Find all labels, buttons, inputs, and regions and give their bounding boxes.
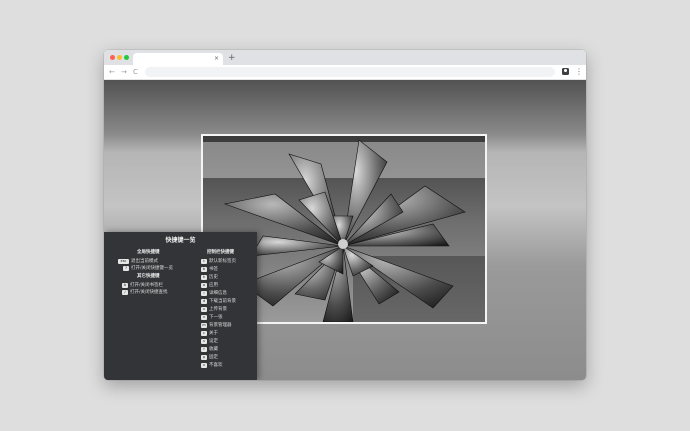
shortcut-row: / 打开/关闭快捷查找 (122, 289, 168, 296)
key-cap: x (201, 362, 207, 369)
shortcuts-panel: 快捷键一览 全局快捷键 esc 退出当前模式 ? 打开/关闭快捷键一览 其它快捷… (104, 232, 257, 380)
key-cap: t (201, 258, 207, 265)
shortcut-label: 上传背景 (209, 307, 227, 312)
control-shortcuts-heading: 控制栏快捷键 (207, 250, 234, 255)
shortcut-label: 设定 (209, 339, 218, 344)
tab-close-icon[interactable]: × (214, 54, 219, 64)
new-tab-button[interactable]: + (228, 52, 236, 64)
shortcut-row: c 关于 (201, 330, 218, 337)
shortcut-label: 书签 (209, 267, 218, 272)
shortcut-row: p 固定 (201, 354, 218, 361)
shortcuts-title: 快捷键一览 (165, 237, 196, 244)
shortcut-label: 收藏 (209, 347, 218, 352)
close-window-button[interactable] (110, 55, 115, 60)
key-cap: n (201, 314, 207, 321)
key-cap: p (201, 354, 207, 361)
shortcut-label: 打开/关闭书签栏 (130, 283, 164, 288)
key-cap: b (122, 282, 128, 289)
key-cap: d (201, 298, 207, 305)
key-cap: i (201, 290, 207, 297)
browser-toolbar: ← → C ⋮ (104, 65, 586, 80)
shortcut-row: x 不喜欢 (201, 362, 223, 369)
reload-icon[interactable]: C (133, 66, 138, 78)
shortcut-label: 打开/关闭快捷键一览 (131, 266, 174, 271)
shortcut-label: 下一张 (209, 315, 223, 320)
address-bar[interactable] (145, 67, 555, 77)
shortcut-row: u 上传背景 (201, 306, 227, 313)
shortcut-row: f 收藏 (201, 346, 218, 353)
forward-arrow-icon[interactable]: → (121, 66, 127, 78)
key-cap: s (201, 338, 207, 345)
shortcut-row: i 详细信息 (201, 290, 227, 297)
shortcut-row: b 书签 (201, 266, 218, 273)
shortcut-row: esc 退出当前模式 (118, 258, 158, 265)
shortcut-label: 详细信息 (209, 291, 227, 296)
shortcut-label: 应用 (209, 283, 218, 288)
tab-bar: × + (104, 50, 586, 65)
browser-window: × + ← → C ⋮ 快捷键一览 全局快捷键 esc 退出当前模式 ? 打开/… (104, 50, 586, 380)
key-cap: a (201, 282, 207, 289)
shortcut-row: t 默认新标签页 (201, 258, 236, 265)
other-shortcuts-heading: 其它快捷键 (137, 274, 160, 279)
maximize-window-button[interactable] (124, 55, 129, 60)
back-arrow-icon[interactable]: ← (109, 66, 115, 78)
key-cap: c (201, 330, 207, 337)
shortcut-row: d 下载当前背景 (201, 298, 236, 305)
shortcut-label: 不喜欢 (209, 363, 223, 368)
shortcut-label: 关于 (209, 331, 218, 336)
key-cap: h (201, 274, 207, 281)
shortcut-label: 打开/关闭快捷查找 (130, 290, 168, 295)
shortcut-label: 下载当前背景 (209, 299, 236, 304)
shortcut-row: a 应用 (201, 282, 218, 289)
shortcut-row: n 下一张 (201, 314, 223, 321)
key-cap: f (201, 346, 207, 353)
key-cap: u (201, 306, 207, 313)
shortcut-label: 退出当前模式 (131, 259, 158, 264)
key-cap: m (201, 322, 207, 329)
key-cap: esc (118, 258, 129, 265)
key-cap: ? (123, 265, 129, 272)
new-tab-page: 快捷键一览 全局快捷键 esc 退出当前模式 ? 打开/关闭快捷键一览 其它快捷… (104, 80, 586, 380)
profile-icon[interactable] (562, 68, 569, 75)
shortcut-row: h 历史 (201, 274, 218, 281)
shortcut-row: ? 打开/关闭快捷键一览 (123, 265, 173, 272)
shortcut-row: m 背景管理器 (201, 322, 232, 329)
shortcut-label: 固定 (209, 355, 218, 360)
menu-dots-icon[interactable]: ⋮ (575, 66, 583, 78)
key-cap: / (122, 289, 128, 296)
minimize-window-button[interactable] (117, 55, 122, 60)
key-cap: b (201, 266, 207, 273)
active-tab[interactable]: × (133, 53, 223, 65)
shortcut-row: b 打开/关闭书签栏 (122, 282, 163, 289)
shortcut-label: 默认新标签页 (209, 259, 236, 264)
global-shortcuts-heading: 全局快捷键 (137, 250, 160, 255)
shortcut-label: 历史 (209, 275, 218, 280)
shortcut-row: s 设定 (201, 338, 218, 345)
shortcut-label: 背景管理器 (209, 323, 232, 328)
